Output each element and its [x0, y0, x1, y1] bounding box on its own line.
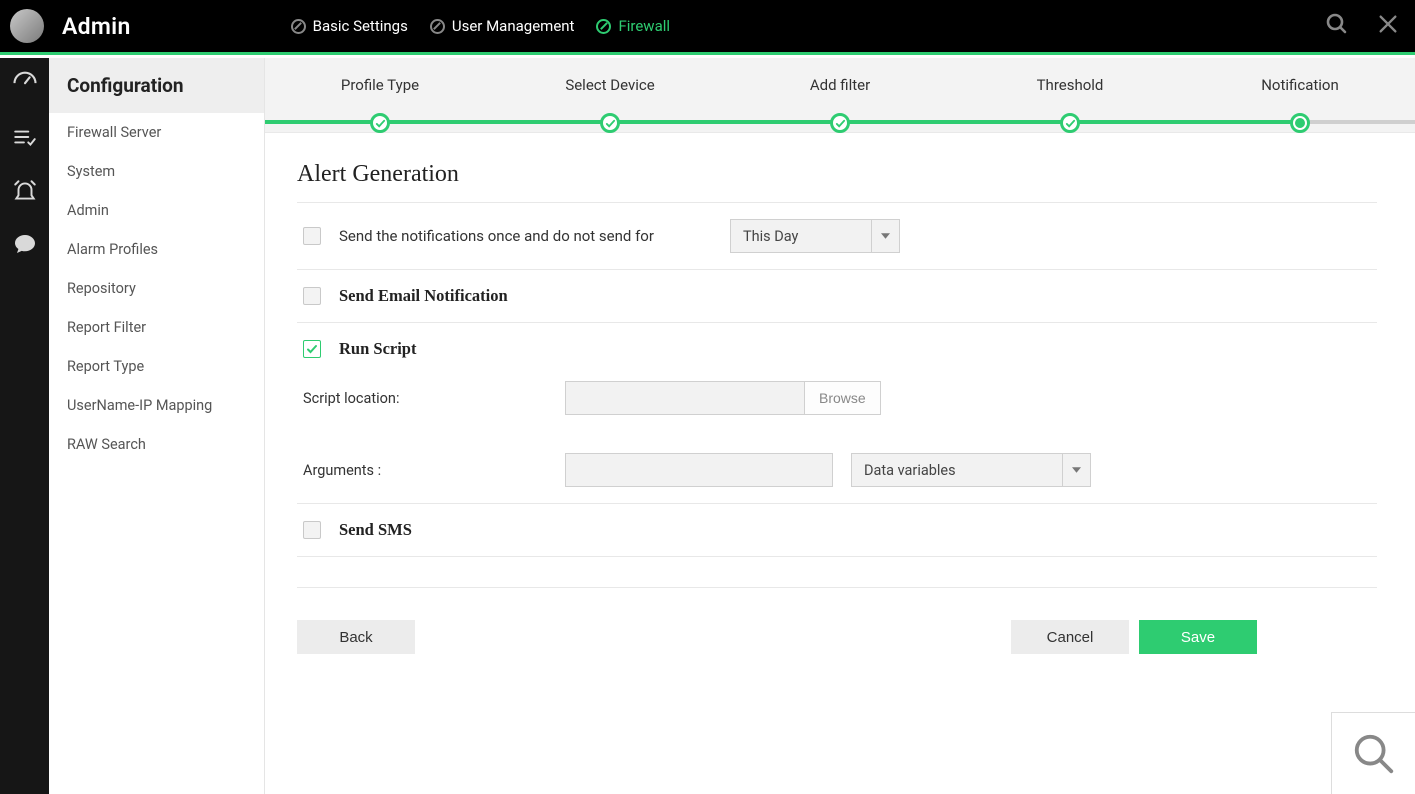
sidebar-item-admin[interactable]: Admin [49, 191, 264, 230]
back-button[interactable]: Back [297, 620, 415, 654]
form-footer: Back Cancel Save [297, 587, 1377, 654]
step-track-fill [265, 120, 1300, 124]
topbar: Admin Basic Settings User Management Fir… [0, 0, 1415, 55]
chevron-down-icon [871, 220, 899, 252]
chevron-down-icon [1062, 454, 1090, 486]
tab-label: Basic Settings [313, 17, 408, 35]
input-script-location[interactable] [565, 381, 805, 415]
step-node-add-filter[interactable] [830, 113, 850, 133]
step-label: Select Device [495, 76, 725, 94]
sidebar-item-firewall-server[interactable]: Firewall Server [49, 113, 264, 152]
form-content: Alert Generation Send the notifications … [265, 133, 1415, 674]
label-run-script: Run Script [339, 339, 416, 359]
bell-icon[interactable] [12, 178, 38, 208]
avatar[interactable] [10, 9, 44, 43]
step-node-select-device[interactable] [600, 113, 620, 133]
option-send-sms: Send SMS [297, 504, 1377, 557]
label-arguments: Arguments : [303, 462, 565, 479]
select-duration-value: This Day [731, 220, 871, 252]
gauge-icon [596, 19, 611, 34]
label-send-once: Send the notifications once and do not s… [339, 227, 654, 245]
section-heading: Alert Generation [297, 161, 1377, 188]
step-node-profile-type[interactable] [370, 113, 390, 133]
checkbox-run-script[interactable] [303, 340, 321, 358]
search-icon[interactable] [1325, 12, 1349, 40]
select-data-variables[interactable]: Data variables [851, 453, 1091, 487]
step-node-threshold[interactable] [1060, 113, 1080, 133]
input-arguments[interactable] [565, 453, 833, 487]
page-title: Admin [62, 13, 131, 40]
step-label: Add filter [725, 76, 955, 94]
tab-label: User Management [452, 17, 575, 35]
step-node-notification[interactable] [1290, 113, 1310, 133]
sidebar-item-report-type[interactable]: Report Type [49, 347, 264, 386]
cancel-button[interactable]: Cancel [1011, 620, 1129, 654]
left-rail [0, 58, 49, 794]
checkbox-send-email[interactable] [303, 287, 321, 305]
sidebar-item-alarm-profiles[interactable]: Alarm Profiles [49, 230, 264, 269]
floating-search[interactable] [1331, 712, 1415, 794]
sidebar-item-report-filter[interactable]: Report Filter [49, 308, 264, 347]
topbar-tabs: Basic Settings User Management Firewall [291, 17, 670, 35]
step-label: Notification [1185, 76, 1415, 94]
browse-button[interactable]: Browse [805, 381, 881, 415]
topbar-right [1325, 12, 1399, 40]
list-check-icon[interactable] [12, 124, 38, 154]
option-run-script: Run Script Script location: Browse Argum… [297, 323, 1377, 504]
checkbox-send-sms[interactable] [303, 521, 321, 539]
tab-user-management[interactable]: User Management [430, 17, 575, 35]
sidebar-header: Configuration [49, 58, 264, 113]
label-script-location: Script location: [303, 390, 565, 407]
step-label: Threshold [955, 76, 1185, 94]
sidebar-item-system[interactable]: System [49, 152, 264, 191]
sidebar-item-repository[interactable]: Repository [49, 269, 264, 308]
option-send-once: Send the notifications once and do not s… [297, 203, 1377, 270]
tab-firewall[interactable]: Firewall [596, 17, 670, 35]
chat-icon[interactable] [13, 232, 37, 260]
gauge-icon [430, 19, 445, 34]
main-area: Profile Type Select Device Add filter Th… [265, 58, 1415, 794]
label-send-email: Send Email Notification [339, 286, 508, 306]
select-data-variables-value: Data variables [852, 454, 1062, 486]
dashboard-icon[interactable] [11, 68, 39, 100]
step-label: Profile Type [265, 76, 495, 94]
checkbox-send-once[interactable] [303, 227, 321, 245]
save-button[interactable]: Save [1139, 620, 1257, 654]
label-send-sms: Send SMS [339, 520, 412, 540]
select-duration[interactable]: This Day [730, 219, 900, 253]
option-send-email: Send Email Notification [297, 270, 1377, 323]
wizard-stepper: Profile Type Select Device Add filter Th… [265, 58, 1415, 133]
gauge-icon [291, 19, 306, 34]
tab-label: Firewall [618, 17, 670, 35]
close-icon[interactable] [1377, 13, 1399, 39]
tab-basic-settings[interactable]: Basic Settings [291, 17, 408, 35]
config-sidebar: Configuration Firewall Server System Adm… [49, 58, 265, 794]
sidebar-item-username-ip-mapping[interactable]: UserName-IP Mapping [49, 386, 264, 425]
sidebar-item-raw-search[interactable]: RAW Search [49, 425, 264, 464]
